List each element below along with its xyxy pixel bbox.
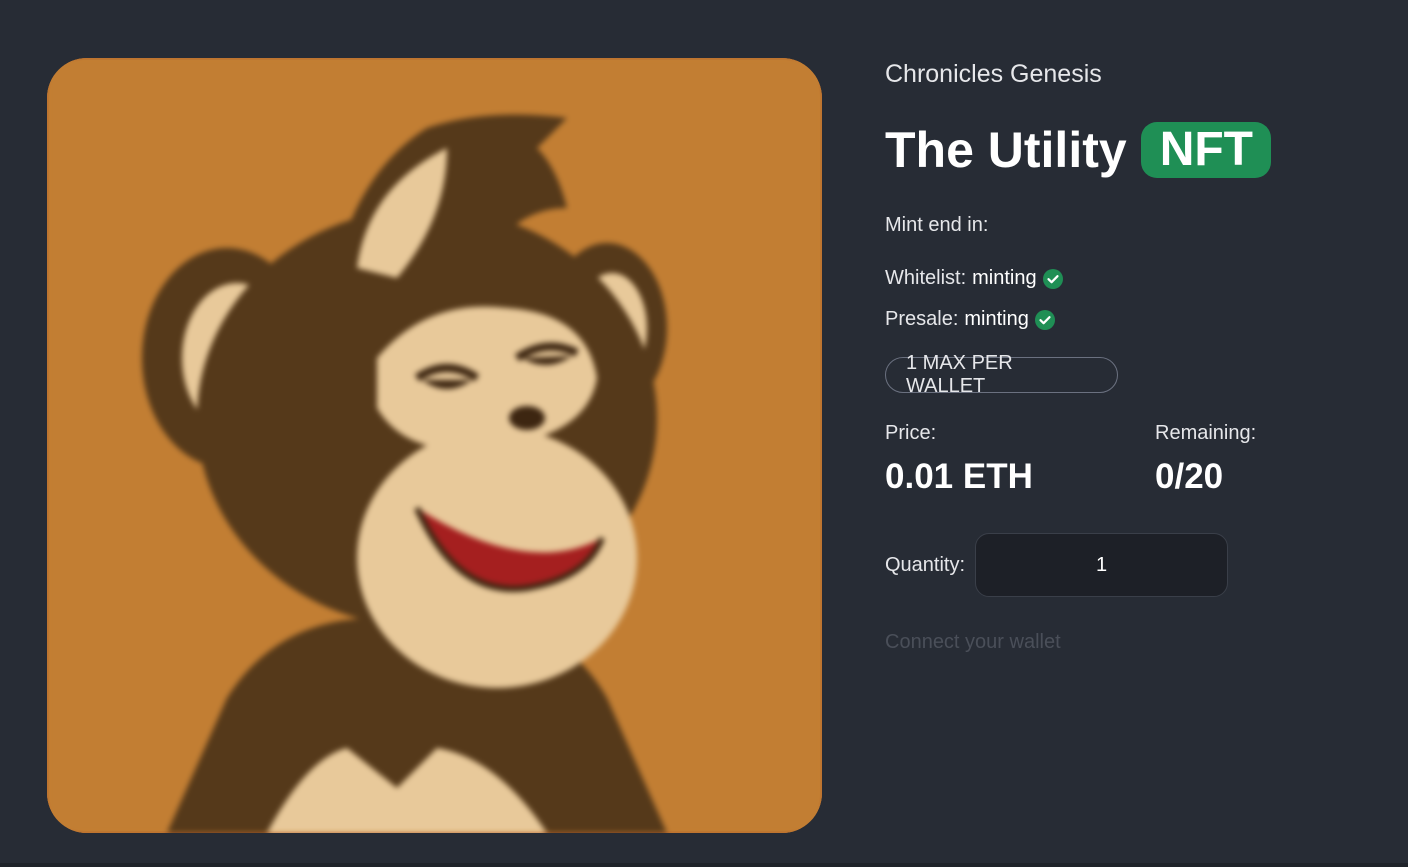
presale-status-text: minting	[964, 308, 1029, 330]
nft-image	[47, 58, 822, 833]
price-label: Price:	[885, 422, 937, 444]
whitelist-status: Whitelist: minting	[885, 267, 1063, 290]
presale-status: Presale: minting	[885, 308, 1055, 331]
monkey-illustration	[47, 58, 822, 833]
connect-wallet-button[interactable]: Connect your wallet	[885, 631, 1061, 654]
quantity-label: Quantity:	[885, 554, 966, 576]
remaining-value: 0/20	[1155, 457, 1224, 496]
bottom-divider	[0, 863, 1408, 867]
title-text: The Utility	[885, 122, 1127, 178]
mint-end-label: Mint end in:	[885, 214, 989, 236]
page-title: The Utility NFT	[885, 122, 1271, 178]
check-circle-icon	[1042, 268, 1063, 289]
remaining-label: Remaining:	[1155, 422, 1257, 444]
price-value: 0.01 ETH	[885, 457, 1033, 496]
whitelist-label: Whitelist:	[885, 267, 967, 289]
presale-label: Presale:	[885, 308, 959, 330]
nft-badge: NFT	[1140, 122, 1271, 178]
check-circle-icon	[1034, 309, 1055, 330]
whitelist-status-text: minting	[972, 267, 1037, 289]
quantity-input[interactable]	[975, 533, 1228, 597]
collection-name: Chronicles Genesis	[885, 60, 1102, 88]
max-per-wallet-badge: 1 MAX PER WALLET	[885, 352, 1118, 397]
